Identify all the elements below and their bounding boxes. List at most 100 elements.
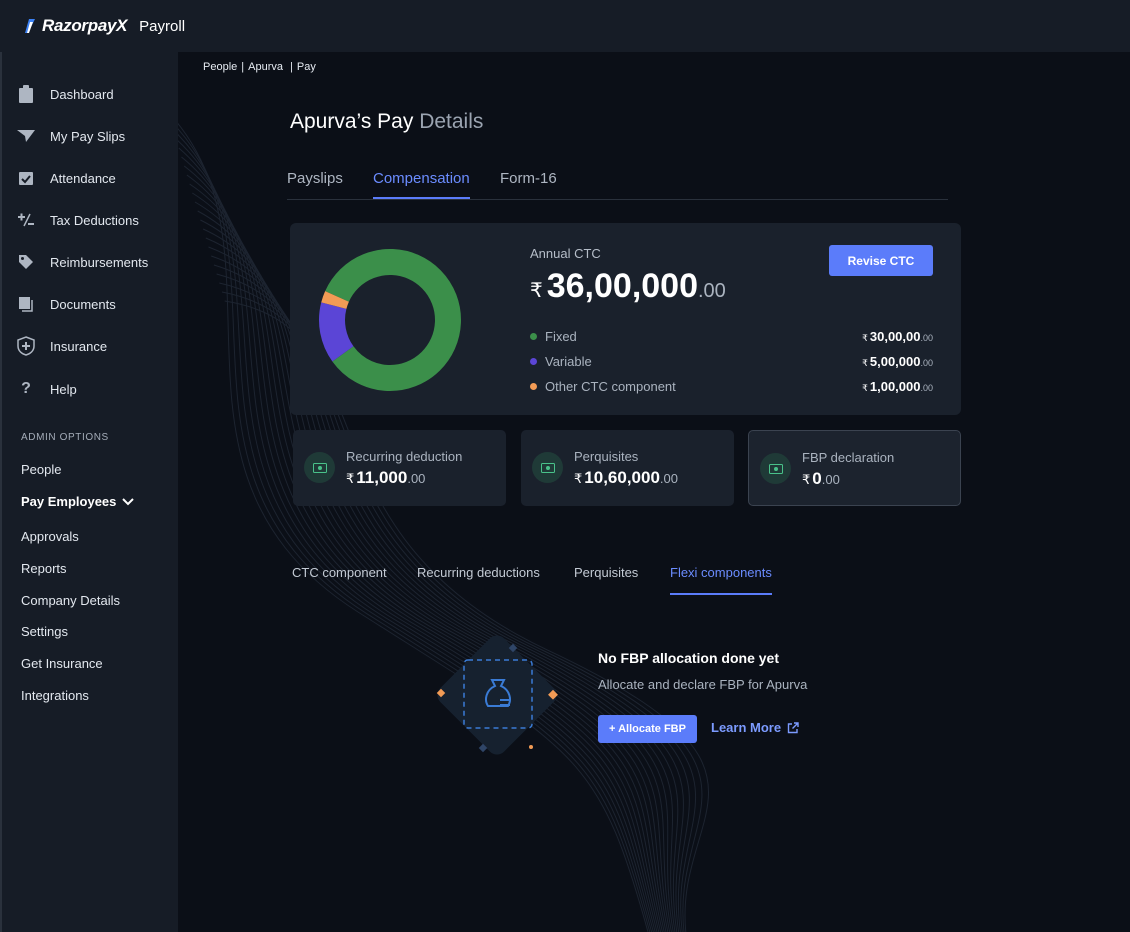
sidebar-item-dashboard[interactable]: Dashboard — [16, 82, 114, 106]
learn-more-link[interactable]: Learn More — [711, 720, 799, 735]
page-title-light: Details — [419, 110, 484, 133]
legend-dot-variable — [530, 357, 537, 365]
breadcrumb: People | Apurva | Pay — [203, 61, 316, 73]
admin-item-label: Pay Employees — [21, 494, 117, 509]
sidebar-item-label: Insurance — [50, 338, 108, 354]
product-name: Payroll — [139, 17, 186, 35]
legend-row-other: Other CTC component ₹ 1,00,000 .00 — [530, 377, 933, 395]
money-icon — [532, 452, 563, 483]
admin-item-reports[interactable]: Reports — [21, 561, 67, 576]
sidebar-item-label: Help — [50, 381, 77, 397]
documents-icon — [16, 294, 36, 314]
legend-label: Fixed — [545, 328, 577, 344]
stat-decimal: .00 — [821, 472, 840, 487]
legend-amount: ₹ 5,00,000 .00 — [862, 354, 933, 369]
legend-amount-decimal: .00 — [920, 332, 933, 343]
stat-label: Recurring deduction — [346, 449, 463, 464]
admin-options-title: ADMIN OPTIONS — [21, 432, 109, 443]
sidebar-item-label: Reimbursements — [50, 254, 149, 270]
breadcrumb-separator: | — [241, 61, 245, 73]
stat-value: ₹ 11,000 .00 — [346, 468, 425, 488]
legend-amount-decimal: .00 — [920, 382, 933, 393]
chevron-down-icon — [122, 497, 135, 505]
subtab-perquisites[interactable]: Perquisites — [574, 565, 638, 593]
admin-item-approvals[interactable]: Approvals — [21, 529, 79, 544]
stat-decimal: .00 — [407, 471, 426, 486]
rupee-symbol: ₹ — [574, 471, 583, 486]
tag-icon — [16, 252, 36, 272]
admin-item-people[interactable]: People — [21, 462, 61, 477]
fbp-declaration-card[interactable]: FBP declaration ₹ 0 .00 — [748, 430, 961, 506]
legend-amount-value: 1,00,000 — [869, 378, 921, 394]
legend-row-variable: Variable ₹ 5,00,000 .00 — [530, 352, 933, 370]
empty-state-title: No FBP allocation done yet — [598, 650, 779, 666]
shield-plus-icon — [16, 336, 36, 356]
top-bar: RazorpayX Payroll — [0, 0, 1130, 52]
admin-item-settings[interactable]: Settings — [21, 624, 68, 639]
legend-amount-value: 30,00,00 — [869, 328, 921, 344]
legend-dot-other — [530, 382, 537, 390]
money-icon — [760, 453, 791, 484]
rupee-symbol: ₹ — [862, 382, 868, 393]
tab-form-16[interactable]: Form-16 — [500, 170, 557, 197]
fbp-empty-illustration — [436, 635, 558, 755]
sidebar: Dashboard My Pay Slips Attendance Tax De… — [0, 52, 178, 932]
sidebar-item-help[interactable]: ? Help — [16, 377, 77, 401]
perquisites-card[interactable]: Perquisites ₹ 10,60,000 .00 — [521, 430, 734, 506]
annual-ctc-decimal: .00 — [698, 280, 726, 302]
tab-payslips[interactable]: Payslips — [287, 170, 343, 197]
empty-state-subtitle: Allocate and declare FBP for Apurva — [598, 677, 808, 692]
allocate-fbp-button[interactable]: + Allocate FBP — [598, 715, 697, 743]
clipboard-icon — [16, 84, 36, 104]
subtab-recurring-deductions[interactable]: Recurring deductions — [417, 565, 540, 593]
rupee-symbol: ₹ — [802, 472, 811, 487]
sidebar-item-label: Tax Deductions — [50, 212, 139, 228]
breadcrumb-people[interactable]: People — [203, 61, 237, 73]
admin-item-pay-employees[interactable]: Pay Employees — [21, 494, 135, 509]
admin-item-integrations[interactable]: Integrations — [21, 688, 89, 703]
sidebar-item-insurance[interactable]: Insurance — [16, 334, 107, 358]
legend-label: Other CTC component — [545, 378, 676, 394]
breadcrumb-apurva[interactable]: Apurva — [248, 61, 283, 73]
legend-dot-fixed — [530, 332, 537, 340]
subtab-flexi-components[interactable]: Flexi components — [670, 565, 772, 595]
stat-label: Perquisites — [574, 449, 639, 464]
rupee-symbol: ₹ — [862, 357, 868, 368]
admin-item-company-details[interactable]: Company Details — [21, 593, 120, 608]
sidebar-item-documents[interactable]: Documents — [16, 292, 116, 316]
sidebar-item-label: Dashboard — [50, 86, 114, 102]
rupee-symbol: ₹ — [530, 280, 543, 302]
stat-decimal: .00 — [659, 471, 678, 486]
stat-amount: 10,60,000 — [584, 468, 660, 487]
annual-ctc-label: Annual CTC — [530, 246, 601, 261]
rupee-symbol: ₹ — [862, 332, 868, 343]
ctc-donut-chart — [319, 249, 461, 391]
legend-label: Variable — [545, 353, 592, 369]
legend-amount-decimal: .00 — [920, 357, 933, 368]
razorpayx-logo[interactable]: RazorpayX Payroll — [24, 16, 185, 36]
breadcrumb-pay: Pay — [296, 61, 316, 73]
legend-amount: ₹ 30,00,00 .00 — [862, 329, 933, 344]
tab-compensation[interactable]: Compensation — [373, 170, 470, 199]
sidebar-item-attendance[interactable]: Attendance — [16, 166, 116, 190]
learn-more-label: Learn More — [711, 720, 782, 735]
breadcrumb-separator: | — [286, 61, 293, 73]
recurring-deduction-card[interactable]: Recurring deduction ₹ 11,000 .00 — [293, 430, 506, 506]
paper-plane-icon — [16, 126, 36, 146]
subtab-ctc-component[interactable]: CTC component — [292, 565, 387, 593]
legend-amount: ₹ 1,00,000 .00 — [862, 379, 933, 394]
stat-amount: 11,000 — [356, 468, 408, 487]
stat-value: ₹ 10,60,000 .00 — [574, 468, 678, 488]
legend-amount-value: 5,00,000 — [869, 353, 921, 369]
admin-item-get-insurance[interactable]: Get Insurance — [21, 656, 103, 671]
sidebar-item-tax-deductions[interactable]: Tax Deductions — [16, 208, 139, 232]
money-icon — [304, 452, 335, 483]
sidebar-item-label: My Pay Slips — [50, 128, 126, 144]
sidebar-item-reimbursements[interactable]: Reimbursements — [16, 250, 148, 274]
stat-amount: 0 — [812, 469, 822, 488]
question-icon: ? — [21, 380, 31, 397]
revise-ctc-button[interactable]: Revise CTC — [829, 245, 933, 276]
page-title: Apurva’s Pay Details — [290, 110, 483, 134]
sidebar-item-my-pay-slips[interactable]: My Pay Slips — [16, 124, 125, 148]
stat-value: ₹ 0 .00 — [802, 469, 840, 489]
